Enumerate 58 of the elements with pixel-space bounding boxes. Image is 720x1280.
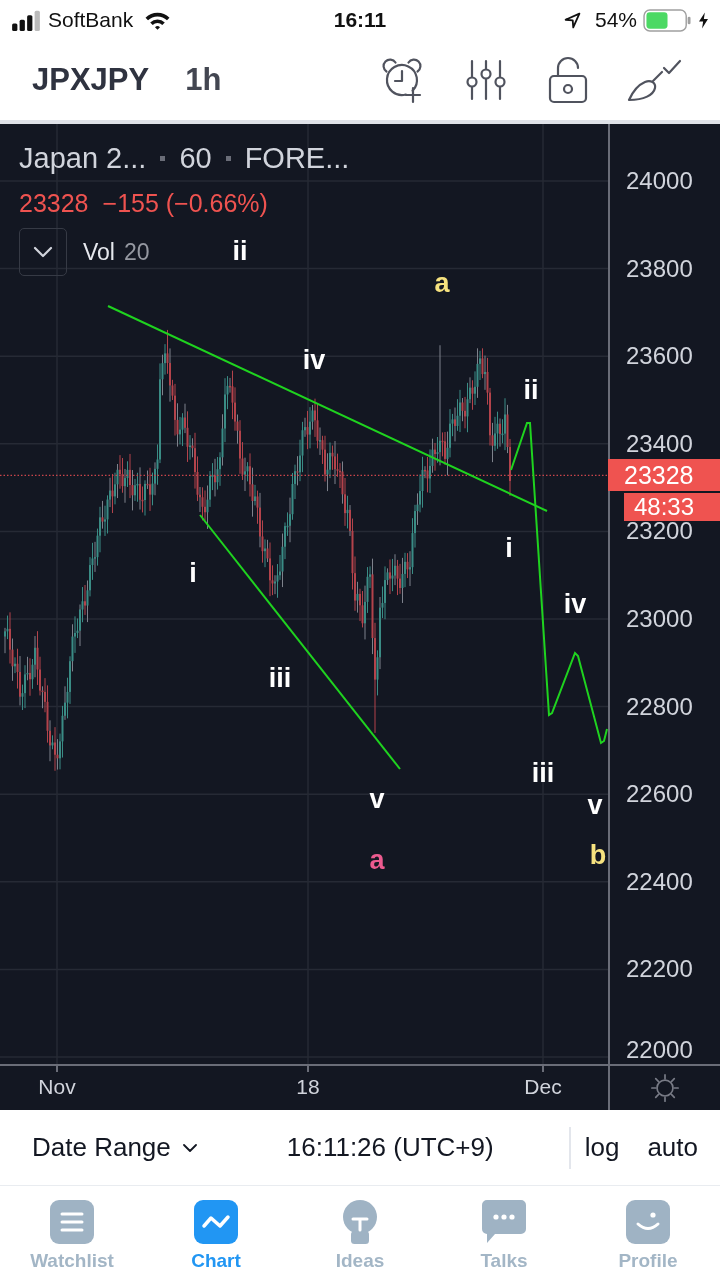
- price-axis-label: 22800: [626, 694, 693, 719]
- wave-label: iii: [531, 759, 555, 787]
- source-name: FORE...: [244, 141, 350, 176]
- chevron-down-icon: [182, 1143, 197, 1152]
- last-price-tag: 23328: [608, 459, 720, 492]
- charging-bolt-icon: [699, 11, 708, 29]
- timezone-clock[interactable]: 16:11:26 (UTC+9): [286, 1132, 494, 1163]
- indicator-value: 20: [124, 238, 150, 266]
- speech-bubble-icon: [482, 1200, 526, 1244]
- battery-percent: 54%: [594, 8, 637, 32]
- price-axis-label: 22400: [626, 869, 693, 894]
- line-chart-icon: [194, 1200, 238, 1244]
- wave-label: v: [587, 791, 603, 819]
- price-axis-label: 22200: [626, 957, 693, 982]
- price-axis-label: 23600: [626, 344, 693, 369]
- wave-label: ii: [232, 237, 248, 265]
- indicator-name: Vol: [83, 238, 115, 266]
- price-axis-label: 22600: [626, 782, 693, 807]
- interval-value: 60: [179, 141, 212, 176]
- clock-time: 16:11: [333, 8, 387, 32]
- interval-label[interactable]: 1h: [185, 62, 222, 98]
- collapse-button[interactable]: [19, 228, 67, 276]
- settings-icon[interactable]: [650, 1073, 680, 1103]
- log-scale-button[interactable]: log: [584, 1132, 620, 1163]
- time-axis-label: Dec: [524, 1075, 562, 1099]
- wifi-icon: [145, 10, 171, 30]
- wave-label: v: [369, 785, 385, 813]
- list-icon: [50, 1200, 94, 1244]
- price-axis-label: 23400: [626, 431, 693, 456]
- price-axis-label: 23000: [626, 607, 693, 631]
- battery-icon: [643, 8, 693, 32]
- price-axis-label: 23800: [626, 256, 693, 281]
- location-arrow-icon: [563, 11, 581, 29]
- symbol-name[interactable]: JPXJPY: [32, 62, 150, 98]
- wave-label: a: [434, 269, 450, 297]
- price-change-value: −155 (−0.66%): [102, 188, 268, 218]
- wave-label: iv: [563, 590, 587, 618]
- price-axis-label: 24000: [626, 169, 693, 193]
- signal-icon: [12, 9, 40, 31]
- wave-label: i: [189, 559, 197, 587]
- wave-label: i: [505, 534, 513, 562]
- bar-countdown-tag: 48:33: [624, 493, 720, 522]
- wave-label: iv: [302, 346, 326, 374]
- symbol-description: Japan 2...: [19, 141, 147, 176]
- chevron-down-icon: [33, 246, 53, 258]
- wave-label: b: [589, 841, 607, 869]
- carrier-name: SoftBank: [48, 8, 134, 32]
- date-range-button[interactable]: Date Range: [32, 1132, 197, 1163]
- wave-label: iii: [268, 664, 292, 692]
- wave-label: a: [369, 846, 385, 874]
- smiley-face-icon: [626, 1200, 670, 1244]
- time-axis-label: Nov: [38, 1075, 76, 1099]
- wave-label: ii: [523, 376, 539, 404]
- price-axis-label: 22000: [626, 1038, 693, 1062]
- price-axis-label: 23200: [626, 519, 693, 544]
- last-price-value: 23328: [19, 188, 89, 218]
- time-axis-label: 18: [296, 1075, 320, 1099]
- auto-scale-button[interactable]: auto: [647, 1132, 698, 1163]
